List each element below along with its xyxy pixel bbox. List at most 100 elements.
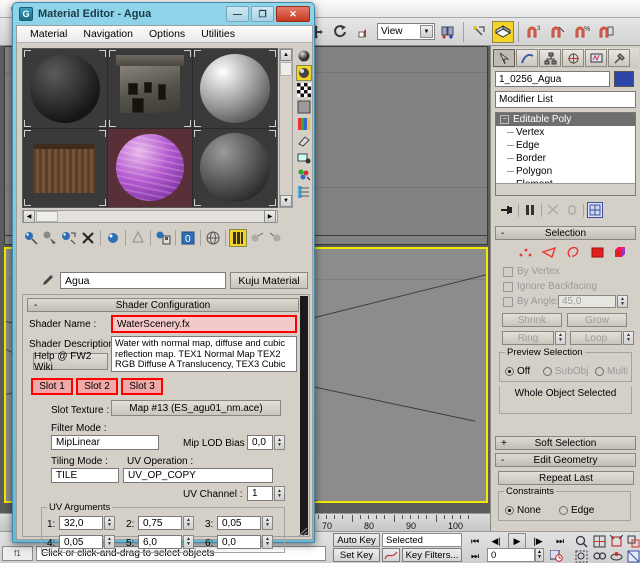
sub-object-vertex-icon[interactable] bbox=[517, 245, 534, 259]
maximize-viewport-toggle-icon[interactable] bbox=[624, 548, 640, 563]
reference-coordinate-system-combo[interactable]: View ▼ bbox=[377, 23, 435, 40]
rollout-soft-selection[interactable]: + Soft Selection bbox=[495, 436, 636, 450]
material-picker-eyedropper-icon[interactable] bbox=[41, 273, 55, 287]
backlight-icon[interactable] bbox=[296, 65, 312, 81]
uv-arg-3-spinner[interactable]: ▲▼ bbox=[262, 516, 273, 530]
tab-utilities[interactable] bbox=[608, 49, 630, 67]
snap-toggle-3-icon[interactable]: 3 bbox=[523, 21, 545, 43]
uv-arg-4-spinner[interactable]: ▲▼ bbox=[104, 535, 115, 549]
uv-channel-spinner[interactable]: ▲▼ bbox=[274, 486, 285, 501]
ring-button[interactable]: Ring bbox=[502, 331, 554, 345]
field-of-view-icon[interactable] bbox=[590, 548, 608, 563]
maxscript-mini-listener[interactable]: f1 bbox=[2, 546, 33, 561]
select-and-link-icon[interactable] bbox=[468, 21, 490, 43]
stack-item-vertex[interactable]: Vertex bbox=[496, 126, 635, 139]
set-key-button[interactable]: Set Key bbox=[333, 548, 380, 562]
rollout-selection[interactable]: - Selection bbox=[495, 226, 636, 240]
uv-arg-5-spinner[interactable]: ▲▼ bbox=[183, 535, 194, 549]
auto-key-button[interactable]: Auto Key bbox=[333, 533, 380, 547]
grow-button[interactable]: Grow bbox=[567, 313, 627, 327]
key-filters-button[interactable]: Key Filters... bbox=[402, 548, 462, 562]
rollout-expander[interactable]: - bbox=[501, 455, 504, 466]
use-pivot-point-center-icon[interactable] bbox=[437, 21, 459, 43]
put-material-to-scene-icon[interactable] bbox=[41, 229, 59, 247]
zoom-all-icon[interactable] bbox=[590, 533, 608, 549]
by-angle-field[interactable]: 45,0 bbox=[558, 295, 616, 308]
by-angle-spinner[interactable]: ▲▼ bbox=[617, 295, 628, 308]
constraint-none-radio[interactable]: None bbox=[505, 505, 541, 516]
show-end-result-material-icon[interactable] bbox=[229, 229, 247, 247]
stack-item-polygon[interactable]: Polygon bbox=[496, 165, 635, 178]
by-vertex-checkbox[interactable]: By Vertex bbox=[503, 266, 560, 277]
scroll-down-icon[interactable]: ▼ bbox=[280, 195, 292, 207]
tab-create[interactable] bbox=[493, 49, 515, 67]
object-name-field[interactable]: 1_0256_Agua bbox=[495, 71, 610, 87]
slot-tab-3[interactable]: Slot 3 bbox=[121, 378, 163, 395]
uv-arg-4-field[interactable]: 0,05 bbox=[59, 535, 103, 549]
preview-off-radio[interactable]: Off bbox=[505, 366, 530, 377]
arc-rotate-icon[interactable] bbox=[607, 548, 625, 563]
make-preview-icon[interactable] bbox=[296, 133, 312, 149]
tab-modify[interactable] bbox=[516, 49, 538, 67]
modifier-stack[interactable]: − Editable Poly Vertex Edge Border Polyg… bbox=[495, 112, 636, 196]
select-and-scale-icon[interactable] bbox=[353, 21, 375, 43]
object-color-swatch[interactable] bbox=[614, 71, 634, 87]
current-frame-spinner[interactable]: ▲▼ bbox=[535, 548, 544, 562]
material-type-button[interactable]: Kuju Material bbox=[230, 272, 308, 289]
ring-spinner[interactable]: ▲▼ bbox=[555, 331, 566, 345]
rollout-edit-geometry[interactable]: - Edit Geometry bbox=[495, 453, 636, 467]
get-material-icon[interactable] bbox=[22, 229, 40, 247]
options-icon[interactable] bbox=[296, 150, 312, 166]
preview-subobj-radio[interactable]: SubObj bbox=[543, 366, 588, 377]
preview-multi-radio[interactable]: Multi bbox=[595, 366, 628, 377]
assign-material-to-selection-icon[interactable] bbox=[60, 229, 78, 247]
material-name-field[interactable]: Agua bbox=[60, 272, 226, 289]
remove-modifier-icon[interactable] bbox=[564, 202, 580, 218]
zoom-extents-all-icon[interactable] bbox=[624, 533, 640, 549]
sample-slots-horizontal-scrollbar[interactable]: ◀ ▶ bbox=[22, 210, 278, 223]
minimize-button[interactable]: — bbox=[226, 6, 249, 22]
stack-item-editable-poly[interactable]: − Editable Poly bbox=[496, 113, 635, 126]
zoom-icon[interactable] bbox=[572, 533, 590, 549]
uv-operation-combo[interactable]: UV_OP_COPY bbox=[123, 468, 273, 483]
material-effects-channel-icon[interactable]: 0 bbox=[179, 229, 197, 247]
select-and-rotate-icon[interactable] bbox=[329, 21, 351, 43]
percent-snap-toggle-icon[interactable]: % bbox=[571, 21, 593, 43]
configure-modifier-sets-icon[interactable] bbox=[587, 202, 603, 218]
mip-lod-bias-spinner[interactable]: ▲▼ bbox=[274, 435, 285, 450]
set-key-curve-icon[interactable] bbox=[382, 548, 400, 562]
repeat-last-button[interactable]: Repeat Last bbox=[498, 471, 634, 485]
sub-object-edge-icon[interactable] bbox=[541, 245, 558, 259]
previous-frame-icon[interactable]: ◀| bbox=[487, 533, 505, 549]
play-animation-icon[interactable]: ▶ bbox=[508, 533, 526, 549]
material-slot-4[interactable] bbox=[23, 129, 107, 208]
go-to-parent-icon[interactable] bbox=[248, 229, 266, 247]
key-mode-toggle-icon[interactable]: ⏭ bbox=[466, 548, 484, 563]
key-filter-selection-combo[interactable]: Selected bbox=[382, 533, 462, 547]
next-frame-icon[interactable]: |▶ bbox=[529, 533, 547, 549]
uv-arg-1-spinner[interactable]: ▲▼ bbox=[104, 516, 115, 530]
sample-type-sphere-icon[interactable] bbox=[296, 48, 312, 64]
slot-tab-1[interactable]: Slot 1 bbox=[31, 378, 73, 395]
slot-tab-2[interactable]: Slot 2 bbox=[76, 378, 118, 395]
help-fw2-wiki-button[interactable]: Help @ FW2 Wiki bbox=[33, 353, 108, 370]
current-frame-field[interactable]: 0 bbox=[487, 548, 535, 562]
material-slot-5-active[interactable] bbox=[108, 129, 192, 208]
stack-item-border[interactable]: Border bbox=[496, 152, 635, 165]
material-editor-title-bar[interactable]: G Material Editor - Agua — ❐ ✕ bbox=[13, 3, 314, 25]
select-object-mode-icon[interactable] bbox=[492, 21, 514, 43]
go-to-end-icon[interactable]: ⏭ bbox=[551, 533, 569, 549]
uv-arg-3-field[interactable]: 0,05 bbox=[217, 516, 261, 530]
shrink-button[interactable]: Shrink bbox=[502, 313, 562, 327]
slot-texture-button[interactable]: Map #13 (ES_agu01_nm.ace) bbox=[111, 400, 281, 416]
put-to-library-icon[interactable] bbox=[154, 229, 172, 247]
spinner-snap-toggle-icon[interactable] bbox=[595, 21, 617, 43]
parameters-vertical-scrollbar[interactable] bbox=[300, 296, 308, 535]
go-to-start-icon[interactable]: ⏮ bbox=[466, 533, 484, 549]
me-menu-utilities[interactable]: Utilities bbox=[193, 27, 243, 41]
make-unique-icon[interactable] bbox=[545, 202, 561, 218]
scroll-left-icon[interactable]: ◀ bbox=[23, 210, 35, 223]
uv-arg-1-field[interactable]: 32,0 bbox=[59, 516, 103, 530]
show-end-result-icon[interactable] bbox=[522, 202, 538, 218]
stack-item-edge[interactable]: Edge bbox=[496, 139, 635, 152]
